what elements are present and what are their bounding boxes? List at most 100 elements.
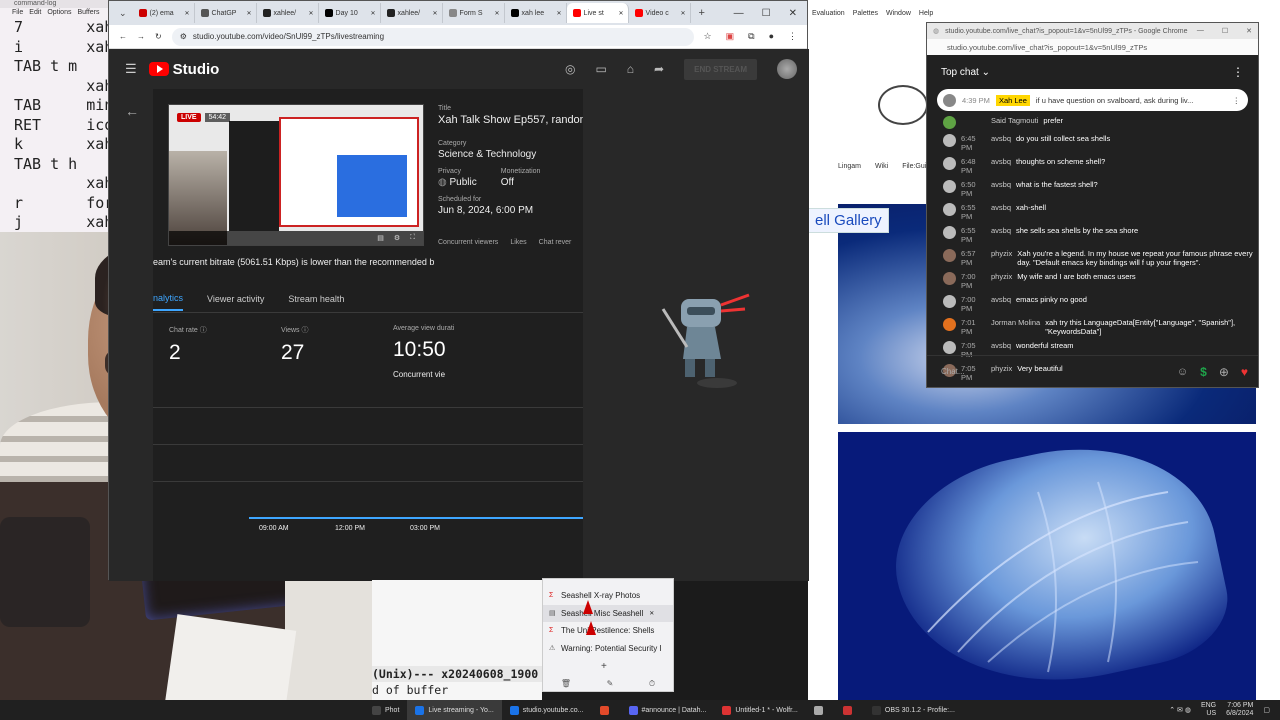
puzzle-icon[interactable]: ⧉ <box>748 31 754 42</box>
tab-close-icon[interactable]: ✕ <box>557 10 566 17</box>
bookmark-wiki[interactable]: Wiki <box>875 163 888 170</box>
chat-author-avatar[interactable] <box>943 203 956 216</box>
tab-close-icon[interactable]: ✕ <box>433 10 442 17</box>
chat-author[interactable]: Jorman Molina <box>991 318 1040 327</box>
info-icon[interactable]: ⓘ <box>200 327 207 334</box>
clock[interactable]: 7:06 PM 6/8/2024 <box>1226 702 1253 718</box>
chat-author-avatar[interactable] <box>943 116 956 129</box>
taskbar-app-button[interactable] <box>592 700 621 720</box>
chat-close-icon[interactable]: ✕ <box>1246 27 1252 35</box>
chrome-tab[interactable]: Live st ✕ <box>566 3 629 23</box>
back-icon[interactable]: ← <box>119 32 127 41</box>
taskbar-app-button[interactable] <box>806 700 835 720</box>
chat-author[interactable]: phyzix <box>991 249 1012 258</box>
chat-message[interactable]: 6:57 PM phyzix Xah you're a legend. In my … <box>927 249 1258 267</box>
popout-icon[interactable]: ▭ <box>595 62 606 76</box>
chat-message[interactable]: 6:55 PM avsbq she sells sea shells by the … <box>927 226 1258 244</box>
chrome-tab[interactable]: xah lee ✕ <box>505 3 567 23</box>
chat-author[interactable]: avsbq <box>991 180 1011 189</box>
chat-message[interactable]: 6:48 PM avsbq thoughts on scheme shell? <box>927 157 1258 175</box>
chat-author[interactable]: phyzix <box>991 272 1012 281</box>
notification-icon[interactable]: ▢ <box>1263 706 1270 714</box>
chat-url-bar[interactable]: studio.youtube.com/live_chat?is_popout=1… <box>927 39 1258 55</box>
tab-close-icon[interactable]: ✕ <box>185 10 194 17</box>
chat-message[interactable]: 6:45 PM avsbq do you still collect sea she… <box>927 134 1258 152</box>
chat-author-avatar[interactable] <box>943 341 956 354</box>
tab-close-icon[interactable]: ✕ <box>309 10 318 17</box>
emacs-menu-buffers[interactable]: Buffers <box>77 8 99 18</box>
bookmark-file-gui[interactable]: File:Gui <box>902 163 926 170</box>
tab-viewer-activity[interactable]: Viewer activity <box>207 294 264 304</box>
chat-message[interactable]: 6:55 PM avsbq xah-shell <box>927 203 1258 221</box>
chat-message[interactable]: 7:00 PM phyzix My wife and I are both emac… <box>927 272 1258 290</box>
chat-maximize-icon[interactable]: ☐ <box>1222 27 1228 35</box>
menu-help[interactable]: Help <box>919 10 933 17</box>
minimize-icon[interactable]: — <box>734 8 744 19</box>
chat-author[interactable]: avsbq <box>991 295 1011 304</box>
vertical-tab-item[interactable]: ⚠ Warning: Potential Security I <box>543 640 673 658</box>
chat-author-avatar[interactable] <box>943 295 956 308</box>
chat-author[interactable]: avsbq <box>991 341 1011 350</box>
reload-icon[interactable]: ↻ <box>155 32 162 41</box>
chrome-tab[interactable]: (2) ema ✕ <box>133 3 195 23</box>
chat-message[interactable]: 7:01 PM Jorman Molina xah try this Languag… <box>927 318 1258 336</box>
emacs-menu-edit[interactable]: Edit <box>29 8 41 18</box>
settings-gear-icon[interactable]: ⚙ <box>394 234 400 242</box>
site-info-icon[interactable]: ⚙ <box>180 32 187 41</box>
heart-icon[interactable]: ♥ <box>1241 365 1258 379</box>
captions-icon[interactable]: ▤ <box>377 234 384 242</box>
menu-evaluation[interactable]: Evaluation <box>812 10 845 17</box>
trash-icon[interactable]: 🗑 <box>561 679 571 689</box>
vertical-tab-item[interactable]: Σ Seashell X-ray Photos <box>543 587 673 605</box>
streamer-icon[interactable]: ◎ <box>565 62 575 76</box>
chat-message[interactable]: 7:00 PM avsbq emacs pinky no good <box>927 295 1258 313</box>
pinned-menu-icon[interactable]: ⋮ <box>1233 96 1249 105</box>
extension-icon[interactable]: ▣ <box>726 31 735 42</box>
chat-author[interactable]: avsbq <box>991 134 1011 143</box>
back-arrow-icon[interactable]: ← <box>125 103 139 119</box>
chat-author-avatar[interactable] <box>943 180 956 193</box>
pin-icon[interactable]: ✎ <box>607 679 614 689</box>
maximize-icon[interactable]: ☐ <box>762 8 771 19</box>
tab-close-icon[interactable]: ✕ <box>247 10 256 17</box>
tab-stream-health[interactable]: Stream health <box>288 294 344 304</box>
add-tab-button[interactable]: + <box>601 661 607 672</box>
end-stream-button[interactable]: END STREAM <box>684 58 757 80</box>
language-indicator[interactable]: ENG US <box>1201 702 1216 718</box>
chrome-tab[interactable]: xahlee/ ✕ <box>257 3 319 23</box>
bookmark-icon[interactable]: ⌂ <box>627 62 634 76</box>
taskbar-app-button[interactable]: Untitled-1 * - Wolfr... <box>714 700 806 720</box>
chat-author-avatar[interactable] <box>943 226 956 239</box>
super-chat-dollar-icon[interactable]: $ <box>1200 365 1207 379</box>
tab-close-icon[interactable]: ✕ <box>681 10 690 17</box>
share-icon[interactable]: ➦ <box>654 62 664 76</box>
chat-author[interactable]: avsbq <box>991 226 1011 235</box>
youtube-logo-icon[interactable] <box>148 62 169 76</box>
tab-analytics[interactable]: nalytics <box>153 293 184 311</box>
account-avatar[interactable] <box>777 59 797 79</box>
chat-minimize-icon[interactable]: — <box>1197 27 1204 35</box>
new-tab-button[interactable]: + <box>691 7 713 19</box>
tab-close-icon[interactable]: ✕ <box>619 10 628 17</box>
chrome-tab-search-icon[interactable]: ⌄ <box>113 8 133 19</box>
chat-menu-icon[interactable]: ⋮ <box>1232 65 1258 79</box>
chat-author-avatar[interactable] <box>943 249 956 262</box>
taskbar-app-button[interactable]: #announce | Datah... <box>621 700 715 720</box>
address-bar[interactable]: ⚙ studio.youtube.com/video/SnUl99_zTPs/l… <box>171 27 694 46</box>
hamburger-icon[interactable]: ☰ <box>125 61 137 77</box>
menu-palettes[interactable]: Palettes <box>853 10 878 17</box>
tray-icons[interactable]: ⌃ ✉ ◍ <box>1169 706 1191 714</box>
menu-window[interactable]: Window <box>886 10 911 17</box>
emacs-menu-options[interactable]: Options <box>47 8 71 18</box>
pinned-message[interactable]: 4:39 PM Xah Lee if u have question on sv… <box>937 89 1248 111</box>
emacs-menu-file[interactable]: File <box>12 8 23 18</box>
chrome-tab[interactable]: Form S ✕ <box>443 3 505 23</box>
chat-author-avatar[interactable] <box>943 318 956 331</box>
chat-message[interactable]: 6:50 PM avsbq what is the fastest shell? <box>927 180 1258 198</box>
tab-close-icon[interactable]: ✕ <box>495 10 504 17</box>
chat-author-avatar[interactable] <box>943 157 956 170</box>
chrome-tab[interactable]: Day 10 ✕ <box>319 3 381 23</box>
chat-author[interactable]: Said Tagmouti <box>991 116 1038 125</box>
chrome-menu-icon[interactable]: ⋮ <box>788 31 797 42</box>
history-icon[interactable]: ⏱ <box>649 679 655 689</box>
